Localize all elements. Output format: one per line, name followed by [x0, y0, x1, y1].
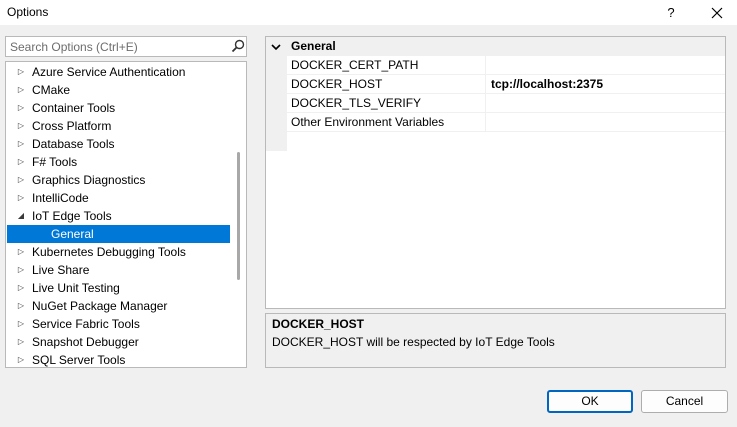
options-tree[interactable]: ▷ Azure Service Authentication ▷ CMake ▷… [5, 61, 247, 368]
close-icon [711, 7, 723, 18]
tree-scrollbar-thumb[interactable] [237, 152, 240, 280]
tree-item-iot-edge-tools[interactable]: ◢ IoT Edge Tools [7, 207, 230, 225]
property-name: Other Environment Variables [287, 113, 486, 131]
tree-item-cross-platform[interactable]: ▷ Cross Platform [7, 117, 230, 135]
tree-item-live-unit-testing[interactable]: ▷ Live Unit Testing [7, 279, 230, 297]
property-row-docker-tls-verify[interactable]: DOCKER_TLS_VERIFY [287, 94, 725, 113]
expand-arrow-icon[interactable]: ▷ [16, 243, 26, 261]
chevron-down-icon[interactable] [270, 41, 282, 53]
description-panel: DOCKER_HOST DOCKER_HOST will be respecte… [265, 313, 726, 368]
tree-item-fsharp-tools[interactable]: ▷ F# Tools [7, 153, 230, 171]
property-row-other-environment-variables[interactable]: Other Environment Variables [287, 113, 725, 132]
expand-arrow-icon[interactable]: ▷ [16, 261, 26, 279]
property-value[interactable]: tcp://localhost:2375 [486, 75, 725, 93]
window-title: Options [7, 5, 49, 19]
category-label: General [291, 39, 336, 53]
description-text: DOCKER_HOST will be respected by IoT Edg… [272, 335, 555, 349]
tree-item-cmake[interactable]: ▷ CMake [7, 81, 230, 99]
property-name: DOCKER_TLS_VERIFY [287, 94, 486, 112]
search-box [5, 36, 247, 57]
close-button[interactable] [701, 0, 733, 25]
search-input[interactable] [6, 37, 226, 56]
title-bar: Options ? [0, 0, 737, 25]
search-icon[interactable] [231, 39, 245, 53]
tree-item-database-tools[interactable]: ▷ Database Tools [7, 135, 230, 153]
expand-arrow-icon[interactable]: ▷ [16, 333, 26, 351]
help-button[interactable]: ? [656, 0, 686, 25]
expand-arrow-icon[interactable]: ▷ [16, 117, 26, 135]
expand-arrow-icon[interactable]: ▷ [16, 351, 26, 367]
expand-arrow-icon[interactable]: ▷ [16, 63, 26, 81]
property-value[interactable] [486, 94, 725, 112]
tree-item-live-share[interactable]: ▷ Live Share [7, 261, 230, 279]
expand-arrow-icon[interactable]: ▷ [16, 81, 26, 99]
category-row-general[interactable]: General [266, 37, 725, 56]
property-grid: General DOCKER_CERT_PATH DOCKER_HOST tcp… [265, 36, 726, 309]
tree-item-intellicode[interactable]: ▷ IntelliCode [7, 189, 230, 207]
expand-arrow-icon[interactable]: ▷ [16, 189, 26, 207]
expand-arrow-icon[interactable]: ▷ [16, 279, 26, 297]
expand-arrow-icon[interactable]: ▷ [16, 171, 26, 189]
grid-gutter [266, 56, 287, 151]
tree-item-snapshot-debugger[interactable]: ▷ Snapshot Debugger [7, 333, 230, 351]
cancel-button[interactable]: Cancel [641, 390, 728, 413]
tree-item-service-fabric-tools[interactable]: ▷ Service Fabric Tools [7, 315, 230, 333]
collapse-arrow-icon[interactable]: ◢ [16, 207, 26, 225]
property-row-docker-cert-path[interactable]: DOCKER_CERT_PATH [287, 56, 725, 75]
tree-item-general[interactable]: General [7, 225, 230, 243]
property-name: DOCKER_CERT_PATH [287, 56, 486, 74]
property-name: DOCKER_HOST [287, 75, 486, 93]
tree-item-nuget-package-manager[interactable]: ▷ NuGet Package Manager [7, 297, 230, 315]
tree-item-kubernetes-debugging-tools[interactable]: ▷ Kubernetes Debugging Tools [7, 243, 230, 261]
tree-item-container-tools[interactable]: ▷ Container Tools [7, 99, 230, 117]
expand-arrow-icon[interactable]: ▷ [16, 315, 26, 333]
expand-arrow-icon[interactable]: ▷ [16, 153, 26, 171]
property-value[interactable] [486, 56, 725, 74]
property-value[interactable] [486, 113, 725, 131]
expand-arrow-icon[interactable]: ▷ [16, 135, 26, 153]
tree-item-graphics-diagnostics[interactable]: ▷ Graphics Diagnostics [7, 171, 230, 189]
expand-arrow-icon[interactable]: ▷ [16, 297, 26, 315]
property-row-docker-host[interactable]: DOCKER_HOST tcp://localhost:2375 [287, 75, 725, 94]
tree-item-sql-server-tools[interactable]: ▷ SQL Server Tools [7, 351, 230, 367]
description-title: DOCKER_HOST [272, 317, 365, 331]
ok-button[interactable]: OK [547, 390, 633, 413]
tree-item-azure-service-authentication[interactable]: ▷ Azure Service Authentication [7, 63, 230, 81]
expand-arrow-icon[interactable]: ▷ [16, 99, 26, 117]
